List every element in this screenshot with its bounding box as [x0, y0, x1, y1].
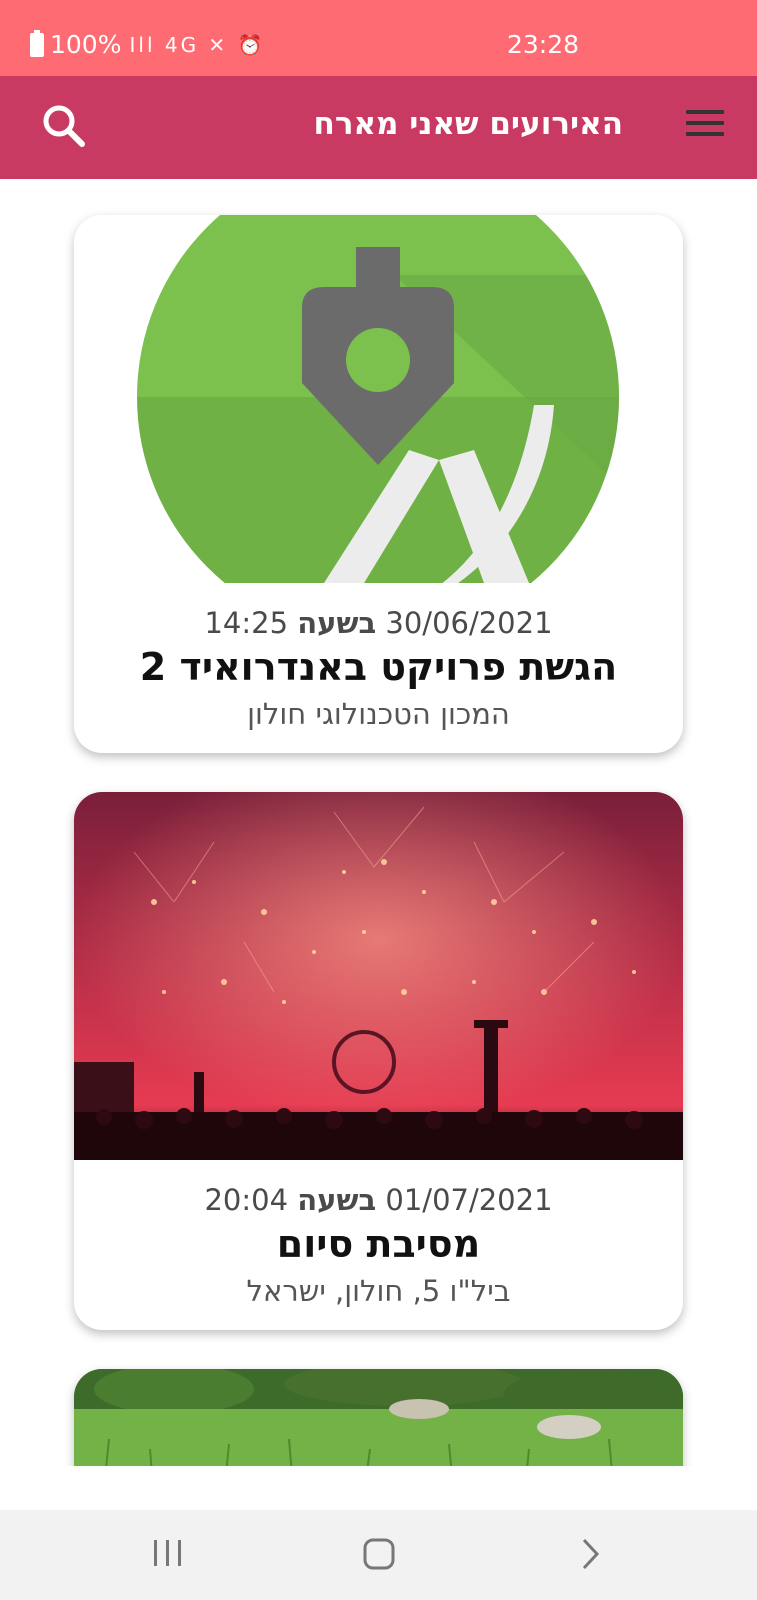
event-date: 01/07/2021 — [385, 1183, 553, 1217]
event-card[interactable]: 30/06/2021 בשעה 14:25 הגשת פרויקט באנדרו… — [74, 215, 683, 753]
event-at-label: בשעה — [297, 606, 377, 640]
app-bar: האירועים שאני מארח — [0, 76, 757, 179]
event-details: 01/07/2021 בשעה 20:04 מסיבת סיום ביל"ו 5… — [74, 1182, 683, 1310]
back-icon[interactable] — [580, 1538, 600, 1574]
android-studio-logo — [74, 215, 683, 583]
status-left: 100% Ill 4G ✕ ⏰ — [30, 29, 266, 59]
battery-level: 100% — [50, 30, 122, 59]
event-details: 30/06/2021 בשעה 14:25 הגשת פרויקט באנדרו… — [74, 605, 683, 733]
event-datetime: 30/06/2021 בשעה 14:25 — [74, 605, 683, 641]
event-card[interactable] — [74, 1369, 683, 1466]
hamburger-menu-icon[interactable] — [686, 110, 724, 142]
event-feed[interactable]: 30/06/2021 בשעה 14:25 הגשת פרויקט באנדרו… — [0, 179, 757, 1466]
page-title: האירועים שאני מארח — [313, 106, 623, 142]
event-location: המכון הטכנולוגי חולון — [247, 697, 510, 731]
event-title: הגשת פרויקט באנדרואיד 2 — [139, 645, 618, 689]
battery-icon — [30, 29, 44, 57]
search-icon[interactable] — [40, 102, 90, 152]
status-bar: 100% Ill 4G ✕ ⏰ 23:28 — [0, 0, 757, 76]
signal-icons: Ill 4G ✕ ⏰ — [129, 32, 266, 57]
recents-icon[interactable] — [152, 1538, 184, 1572]
system-nav-bar — [0, 1510, 757, 1600]
event-card[interactable]: 01/07/2021 בשעה 20:04 מסיבת סיום ביל"ו 5… — [74, 792, 683, 1330]
grass-field-photo — [74, 1369, 683, 1466]
event-at-label: בשעה — [297, 1183, 377, 1217]
clock: 23:28 — [507, 30, 580, 59]
event-time: 14:25 — [204, 606, 289, 640]
fireworks-photo — [74, 792, 683, 1160]
event-location: ביל"ו 5, חולון, ישראל — [246, 1274, 511, 1308]
event-datetime: 01/07/2021 בשעה 20:04 — [74, 1182, 683, 1218]
home-icon[interactable] — [363, 1538, 395, 1574]
event-time: 20:04 — [204, 1183, 289, 1217]
event-date: 30/06/2021 — [385, 606, 553, 640]
event-title: מסיבת סיום — [276, 1222, 481, 1266]
